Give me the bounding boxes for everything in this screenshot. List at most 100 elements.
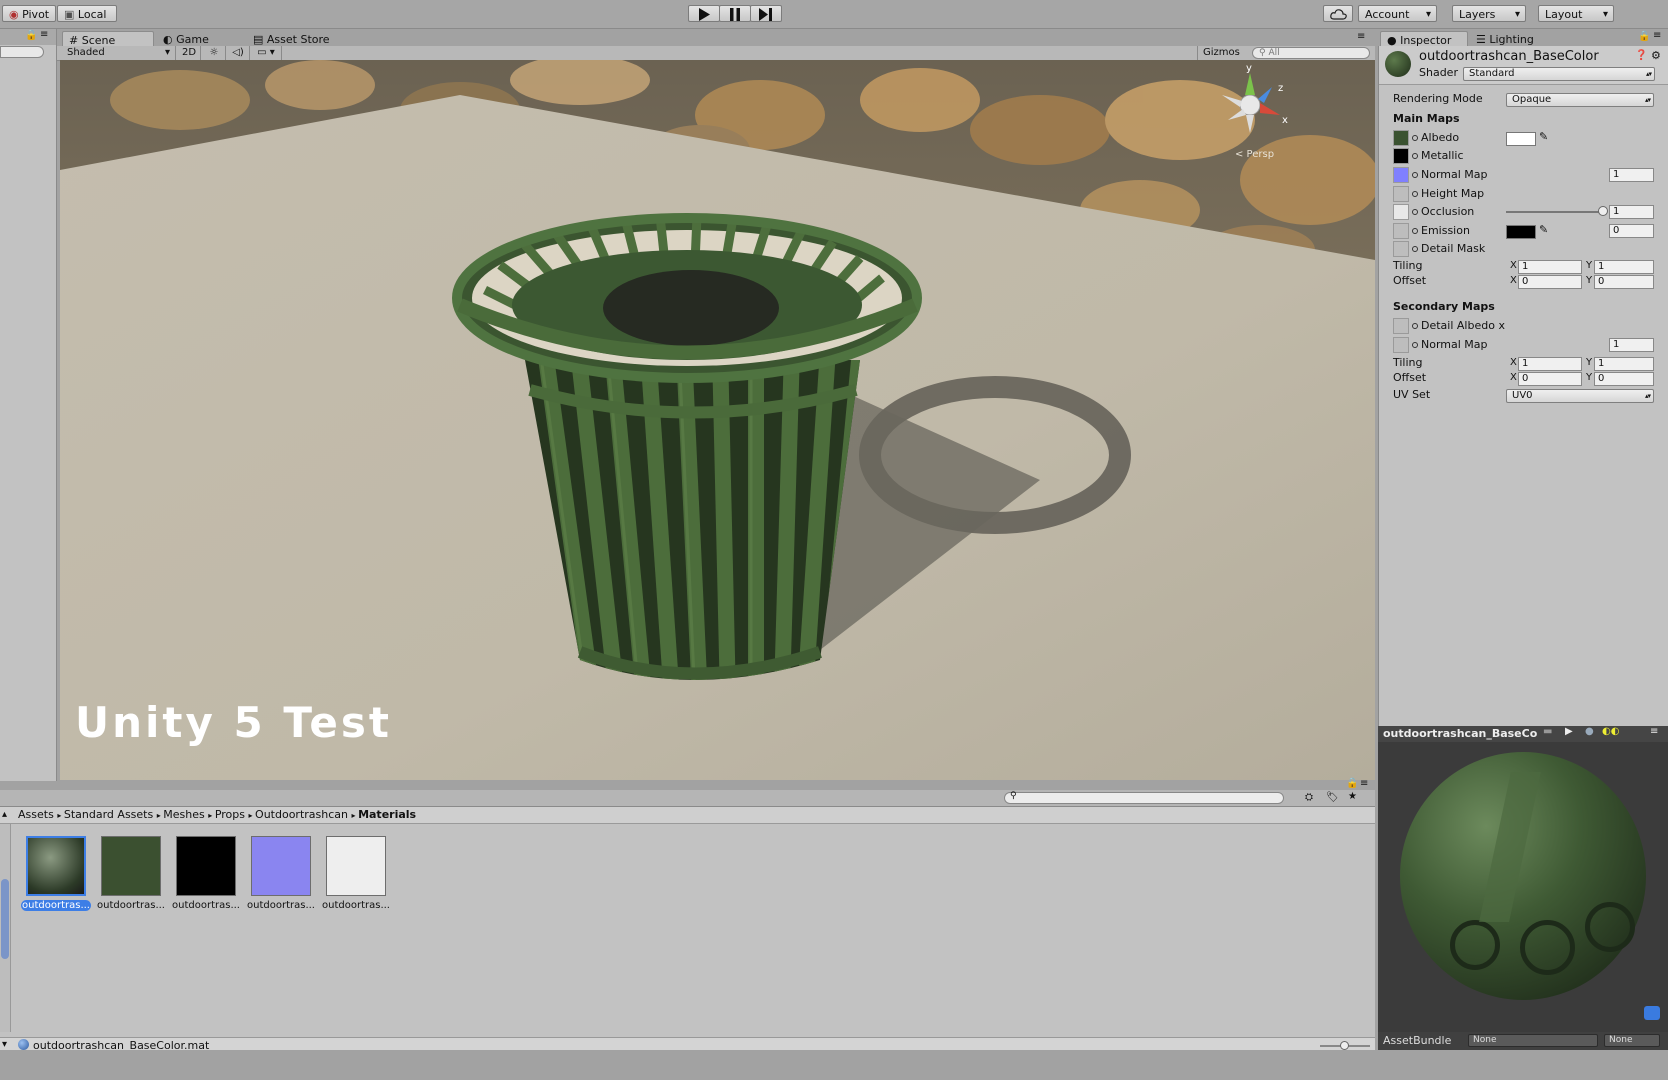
tiling-x-field[interactable]: 1 bbox=[1518, 260, 1582, 274]
cloud-button[interactable] bbox=[1323, 5, 1353, 22]
shader-dropdown[interactable]: Standard bbox=[1463, 67, 1655, 81]
shading-mode-dropdown[interactable]: Shaded ▾ bbox=[61, 46, 176, 60]
detail-mask-texture-slot[interactable] bbox=[1393, 241, 1409, 257]
occlusion-slider-thumb[interactable] bbox=[1598, 206, 1608, 216]
tiling-y-field[interactable]: 1 bbox=[1594, 260, 1654, 274]
help-icon[interactable]: ❓ bbox=[1635, 50, 1647, 61]
effects-dropdown[interactable]: ▭ ▾ bbox=[251, 46, 282, 60]
breadcrumb-outdoortrashcan[interactable]: Outdoortrashcan bbox=[255, 808, 348, 821]
eyedropper-icon[interactable]: ✎ bbox=[1539, 130, 1548, 143]
occlusion-texture-slot[interactable] bbox=[1393, 204, 1409, 220]
normal-map-scale-field[interactable]: 1 bbox=[1609, 168, 1654, 182]
object-picker-icon[interactable] bbox=[1412, 246, 1418, 252]
secondary-offset-y-field[interactable]: 0 bbox=[1594, 372, 1654, 386]
object-picker-icon[interactable] bbox=[1412, 172, 1418, 178]
panel-menu-icon[interactable]: ≡ bbox=[1653, 30, 1661, 41]
local-toggle[interactable]: ▣ Local bbox=[57, 5, 117, 22]
secondary-tiling-y-field[interactable]: 1 bbox=[1594, 357, 1654, 371]
breadcrumb-materials[interactable]: Materials bbox=[358, 808, 416, 821]
material-sphere-icon bbox=[1385, 51, 1411, 77]
panel-menu-icon[interactable]: ≡ bbox=[1357, 31, 1365, 42]
breadcrumb-assets[interactable]: Assets bbox=[18, 808, 54, 821]
object-picker-icon[interactable] bbox=[1412, 209, 1418, 215]
filter-by-type-icon[interactable]: ⛭ bbox=[1305, 792, 1313, 803]
hierarchy-search-input[interactable] bbox=[0, 46, 44, 58]
assetbundle-variant-dropdown[interactable]: None bbox=[1604, 1034, 1660, 1047]
store-icon: ▤ bbox=[253, 33, 264, 46]
pivot-toggle[interactable]: ◉ Pivot bbox=[2, 5, 56, 22]
object-picker-icon[interactable] bbox=[1412, 323, 1418, 329]
lighting-toggle[interactable]: ☼ bbox=[203, 46, 226, 60]
scene-view[interactable]: y z x < Persp Unity 5 Test bbox=[60, 60, 1375, 780]
emission-intensity-field[interactable]: 0 bbox=[1609, 224, 1654, 238]
project-search-input[interactable]: ⚲ bbox=[1004, 791, 1284, 804]
2d-toggle[interactable]: 2D bbox=[178, 46, 201, 60]
main-toolbar: ◉ Pivot ▣ Local Account Layers Layout bbox=[0, 0, 1668, 29]
step-button[interactable] bbox=[750, 5, 782, 22]
projection-label[interactable]: < Persp bbox=[1235, 149, 1274, 160]
emission-color-swatch[interactable] bbox=[1506, 225, 1536, 239]
material-preview[interactable] bbox=[1378, 742, 1668, 1032]
uv-set-dropdown[interactable]: UV0 bbox=[1506, 389, 1654, 403]
play-button[interactable] bbox=[688, 5, 720, 22]
breadcrumb-standard-assets[interactable]: Standard Assets bbox=[64, 808, 153, 821]
albedo-texture-slot[interactable] bbox=[1393, 130, 1409, 146]
albedo-color-swatch[interactable] bbox=[1506, 132, 1536, 146]
scene-search-input[interactable]: ⚲ All bbox=[1252, 47, 1370, 59]
gizmos-dropdown[interactable]: Gizmos ▾ bbox=[1197, 46, 1247, 72]
secondary-tiling-x-field[interactable]: 1 bbox=[1518, 357, 1582, 371]
assetbundle-dropdown[interactable]: None bbox=[1468, 1034, 1598, 1047]
collapse-arrow-icon[interactable]: ▾ bbox=[2, 1039, 7, 1050]
audio-toggle[interactable]: ◁) bbox=[227, 46, 250, 60]
panel-menu-icon[interactable]: ≡ bbox=[1650, 726, 1658, 737]
eyedropper-icon[interactable]: ✎ bbox=[1539, 223, 1548, 236]
preview-sphere-icon[interactable]: ● bbox=[1585, 726, 1594, 737]
scene-orientation-gizmo[interactable]: y z x < Persp bbox=[1210, 63, 1290, 165]
layers-dropdown[interactable]: Layers bbox=[1452, 5, 1526, 23]
object-picker-icon[interactable] bbox=[1412, 135, 1418, 141]
secondary-normal-map-slot[interactable] bbox=[1393, 337, 1409, 353]
offset-x-field[interactable]: 0 bbox=[1518, 275, 1582, 289]
occlusion-slider-track[interactable] bbox=[1506, 211, 1604, 213]
object-picker-icon[interactable] bbox=[1412, 342, 1418, 348]
height-map-texture-slot[interactable] bbox=[1393, 186, 1409, 202]
scene-toolbar: Shaded▾ 2D ☼ ◁) ▭ ▾ Gizmos ▾ ⚲ All bbox=[57, 46, 1375, 72]
collapse-arrow-icon[interactable]: ▴ bbox=[2, 809, 7, 820]
light-toggle-icon[interactable]: ◐◐ bbox=[1602, 726, 1619, 737]
occlusion-strength-field[interactable]: 1 bbox=[1609, 205, 1654, 219]
normal-map-texture-slot[interactable] bbox=[1393, 167, 1409, 183]
detail-albedo-texture-slot[interactable] bbox=[1393, 318, 1409, 334]
offset-y-field[interactable]: 0 bbox=[1594, 275, 1654, 289]
local-icon: ▣ bbox=[64, 8, 75, 21]
object-picker-icon[interactable] bbox=[1412, 153, 1418, 159]
play-preview-icon[interactable]: ▶ bbox=[1565, 726, 1573, 737]
breadcrumb-meshes[interactable]: Meshes bbox=[163, 808, 204, 821]
secondary-normal-scale-field[interactable]: 1 bbox=[1609, 338, 1654, 352]
panel-menu-icon[interactable]: ≡ bbox=[40, 29, 48, 40]
lock-icon[interactable]: 🔒 bbox=[1346, 778, 1358, 789]
layout-dropdown[interactable]: Layout bbox=[1538, 5, 1614, 23]
label-tag-icon[interactable] bbox=[1644, 1006, 1660, 1020]
asset-grid: outdoortras... outdoortras... outdoortra… bbox=[14, 824, 1369, 1024]
lock-icon[interactable]: 🔒 bbox=[1638, 31, 1650, 42]
gear-icon[interactable]: ⚙ bbox=[1651, 49, 1661, 62]
favorite-star-icon[interactable]: ★ bbox=[1348, 791, 1357, 802]
thumbnail-size-slider-thumb[interactable] bbox=[1340, 1041, 1349, 1050]
rendering-mode-dropdown[interactable]: Opaque bbox=[1506, 93, 1654, 107]
window-bottom-edge bbox=[0, 1050, 1668, 1080]
object-picker-icon[interactable] bbox=[1412, 228, 1418, 234]
object-picker-icon[interactable] bbox=[1412, 191, 1418, 197]
filter-by-label-icon[interactable]: 🏷 bbox=[1326, 792, 1339, 803]
panel-menu-icon[interactable]: ≡ bbox=[1360, 778, 1368, 789]
scrollbar[interactable] bbox=[0, 824, 11, 1032]
drag-handle-icon[interactable]: ▬ bbox=[1543, 726, 1552, 737]
axis-gizmo-icon bbox=[1222, 73, 1280, 133]
emission-texture-slot[interactable] bbox=[1393, 223, 1409, 239]
pause-button[interactable] bbox=[719, 5, 751, 22]
breadcrumb-props[interactable]: Props bbox=[215, 808, 245, 821]
account-dropdown[interactable]: Account bbox=[1358, 5, 1437, 23]
secondary-offset-x-field[interactable]: 0 bbox=[1518, 372, 1582, 386]
metallic-texture-slot[interactable] bbox=[1393, 148, 1409, 164]
lock-icon[interactable]: 🔒 bbox=[25, 30, 37, 41]
detail-albedo-label: Detail Albedo x bbox=[1421, 319, 1505, 332]
